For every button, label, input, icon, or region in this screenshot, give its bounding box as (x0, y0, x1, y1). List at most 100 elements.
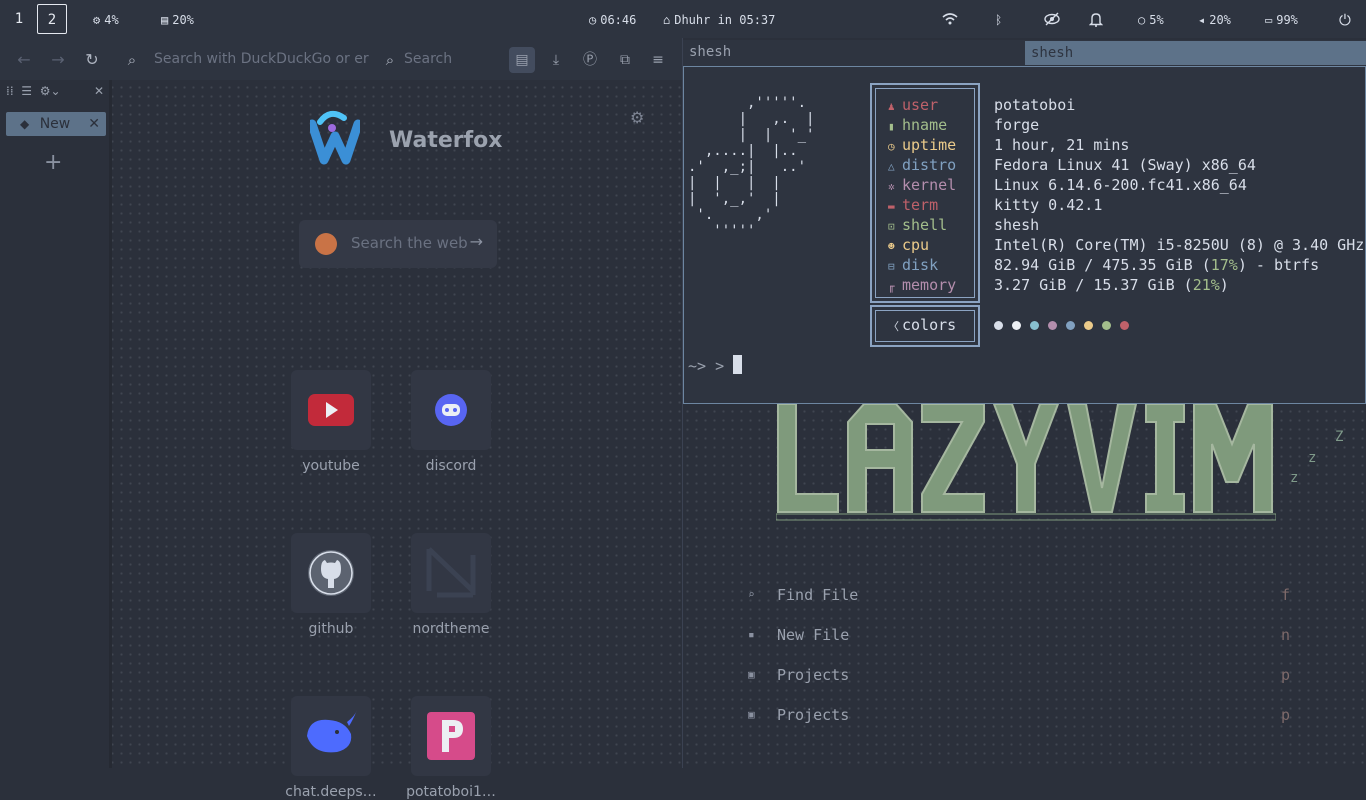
shortcut-label: potatoboi1… (406, 784, 496, 800)
cpu-chip-icon: ☻ (888, 240, 895, 253)
terminal-title-focused: shesh (1025, 41, 1366, 65)
shortcut-potatoboi[interactable]: potatoboi1… (391, 696, 511, 800)
list-icon[interactable]: ☰ (21, 84, 32, 98)
dashboard-projects[interactable]: ▣ Projects p (748, 666, 1298, 688)
new-tab-page: Waterfox ⚙ Search the web → youtube disc… (112, 80, 682, 800)
zz-glyph: z (1290, 470, 1299, 486)
shortcut-label: nordtheme (412, 621, 490, 637)
tab-close-icon[interactable]: ✕ (88, 112, 100, 136)
power-icon[interactable]: ⏻ (1339, 12, 1351, 28)
sidebar-tools: ⁞⁞ ☰ ⚙⌄ ✕ (6, 84, 104, 104)
forward-arrow-icon[interactable]: → (48, 50, 68, 70)
search-submit-arrow-icon[interactable]: → (470, 232, 483, 251)
tab-new[interactable]: ◆ New ✕ (6, 112, 106, 136)
gear-icon: ✲ (888, 180, 895, 193)
wifi-icon[interactable] (942, 12, 958, 28)
terminal-titlebar[interactable]: shesh shesh (683, 40, 1366, 66)
shortcut-label: chat.deeps… (285, 784, 377, 800)
key-label: kernel (902, 176, 957, 194)
shortcut-youtube[interactable]: youtube (271, 370, 391, 474)
key-label: hname (902, 116, 948, 134)
workspace-1-button[interactable]: 1 (4, 4, 34, 34)
key-disk: ⊟ disk (888, 255, 938, 275)
shortcut-github[interactable]: github (271, 533, 391, 637)
extension-p-icon[interactable]: Ⓟ (577, 47, 603, 73)
sidebar-close-icon[interactable]: ✕ (94, 84, 104, 98)
menu-label: Find File (777, 586, 859, 604)
bluetooth-icon[interactable]: ᛒ (995, 12, 1002, 28)
menu-label: Projects (777, 666, 850, 684)
value-text: 3.27 GiB / 15.37 GiB ( (994, 276, 1193, 294)
value-kernel: Linux 6.14.6-200.fc41.x86_64 (994, 176, 1247, 194)
key-memory: ╓ memory (888, 275, 956, 295)
dashboard-find-file[interactable]: ⌕ Find File f (748, 586, 1298, 608)
github-icon (308, 550, 354, 596)
kitty-terminal[interactable]: ,'''''. | ,. | | | '_' ,....| |.. .' ,_;… (683, 66, 1366, 404)
workspace-2-button[interactable]: 2 (37, 4, 67, 34)
brightness-icon: ○ (1138, 13, 1146, 27)
nordtheme-icon (426, 547, 476, 598)
duckduckgo-icon (315, 233, 337, 255)
search-bar-icon: ⌕ (385, 51, 395, 69)
waterfox-window: ← → ↻ ⌕ Search with DuckDuckGo or er ⌕ S… (0, 38, 682, 800)
menu-key: n (1281, 626, 1291, 644)
dashboard-new-file[interactable]: ▪ New File n (748, 626, 1298, 648)
key-label: shell (902, 216, 948, 234)
settings-icon[interactable]: ⚙⌄ (40, 84, 61, 98)
key-shell: ⊡ shell (888, 215, 947, 235)
menu-key: p (1281, 706, 1291, 724)
sidebar-toggle-icon[interactable]: ▤ (509, 47, 535, 73)
shortcut-discord[interactable]: discord (391, 370, 511, 474)
dashboard-projects-2[interactable]: ▣ Projects p (748, 706, 1298, 728)
value-percent: 17% (1210, 256, 1238, 274)
back-arrow-icon[interactable]: ← (14, 50, 34, 70)
key-label: term (902, 196, 939, 214)
cpu-icon: ⚙ (93, 13, 101, 27)
reload-icon[interactable]: ↻ (82, 50, 102, 70)
tab-label: New (39, 116, 71, 132)
value-user: potatoboi (994, 96, 1076, 114)
download-icon[interactable]: ⤓ (543, 47, 569, 73)
url-bar[interactable]: Search with DuckDuckGo or er (154, 48, 404, 70)
youtube-tile (291, 370, 371, 450)
idle-inhibitor-icon[interactable] (1044, 12, 1060, 28)
volume-indicator[interactable]: ◂ 20% (1198, 12, 1231, 28)
shortcut-label: github (308, 621, 354, 637)
key-label: uptime (902, 136, 957, 154)
value-uptime: 1 hour, 21 mins (994, 136, 1130, 154)
palette-dot (994, 321, 1003, 330)
nordtheme-tile (411, 533, 491, 613)
zz-glyph: z (1308, 450, 1317, 466)
distro-icon: △ (888, 160, 895, 173)
lazyvim-logo (776, 404, 1276, 521)
grid-icon[interactable]: ⁞⁞ (6, 84, 14, 98)
new-tab-plus-icon[interactable]: + (44, 150, 62, 175)
calendar-icon: ▣ (748, 708, 755, 721)
shortcut-label: youtube (302, 458, 360, 474)
search-bar[interactable]: Search (404, 48, 514, 70)
palette-dot (1048, 321, 1057, 330)
ram-indicator: ▤ 20% (161, 12, 194, 28)
file-icon: ▪ (748, 628, 755, 641)
fedora-ascii-logo: ,'''''. | ,. | | | '_' ,....| |.. .' ,_;… (688, 95, 815, 239)
notification-bell-icon[interactable] (1088, 12, 1104, 28)
prayer-time: ⌂ Dhuhr in 05:37 (663, 12, 775, 28)
ntp-settings-gear-icon[interactable]: ⚙ (630, 108, 644, 127)
ntp-search-box[interactable]: Search the web → (299, 220, 497, 268)
value-cpu: Intel(R) Core(TM) i5-8250U (8) @ 3.40 GH… (994, 236, 1365, 254)
ram-icon: ▤ (161, 13, 169, 27)
brightness-indicator[interactable]: ○ 5% (1138, 12, 1164, 28)
clock[interactable]: ◷ 06:46 (589, 12, 636, 28)
waterfox-logo (310, 110, 360, 165)
shortcut-nordtheme[interactable]: nordtheme (391, 533, 511, 637)
shortcut-deepseek[interactable]: chat.deeps… (271, 696, 391, 800)
palette-dot (1120, 321, 1129, 330)
ram-value: 20% (172, 13, 194, 27)
palette-dot (1084, 321, 1093, 330)
battery-value: 99% (1276, 13, 1298, 27)
volume-value: 20% (1209, 13, 1231, 27)
menu-hamburger-icon[interactable]: ≡ (645, 47, 671, 73)
key-label: disk (902, 256, 939, 274)
disk-icon: ⊟ (888, 260, 895, 273)
extensions-puzzle-icon[interactable]: ⧉ (612, 47, 638, 73)
